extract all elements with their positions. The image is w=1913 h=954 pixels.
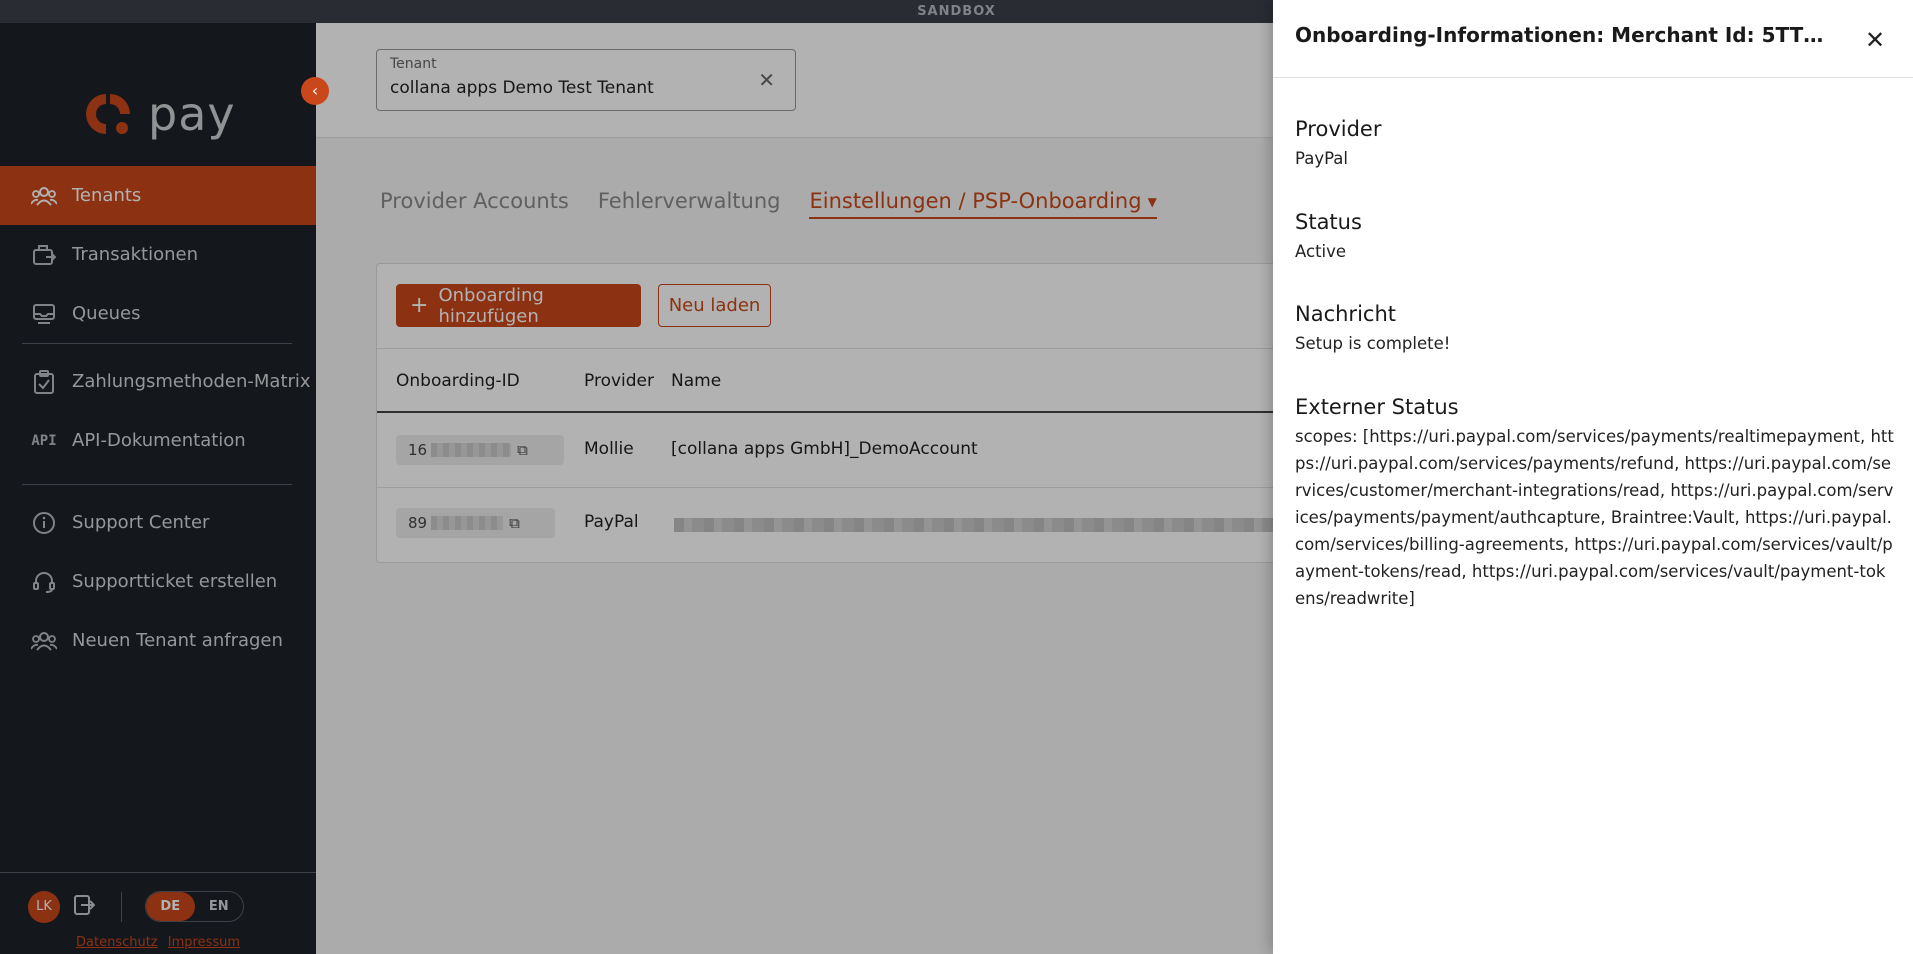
message-label: Nachricht [1295, 302, 1396, 326]
external-status-value: scopes: [https://uri.paypal.com/services… [1295, 427, 1894, 608]
collapse-sidebar-button[interactable]: ‹ [301, 77, 329, 105]
provider-section: Provider PayPal [1295, 117, 1895, 172]
message-value: Setup is complete! [1295, 334, 1451, 353]
external-status-label: Externer Status [1295, 395, 1459, 419]
drawer-title: Onboarding-Informationen: Merchant Id: 5… [1295, 23, 1835, 47]
status-section: Status Active [1295, 210, 1895, 265]
chevron-left-icon: ‹ [311, 81, 319, 100]
external-status-section: Externer Status scopes: [https://uri.pay… [1295, 395, 1895, 612]
onboarding-info-drawer: Onboarding-Informationen: Merchant Id: 5… [1273, 0, 1913, 954]
provider-label: Provider [1295, 117, 1382, 141]
status-label: Status [1295, 210, 1362, 234]
close-icon[interactable]: ✕ [1865, 26, 1885, 54]
status-value: Active [1295, 242, 1347, 261]
message-section: Nachricht Setup is complete! [1295, 302, 1895, 357]
drawer-header: Onboarding-Informationen: Merchant Id: 5… [1273, 0, 1913, 78]
provider-value: PayPal [1295, 149, 1348, 168]
